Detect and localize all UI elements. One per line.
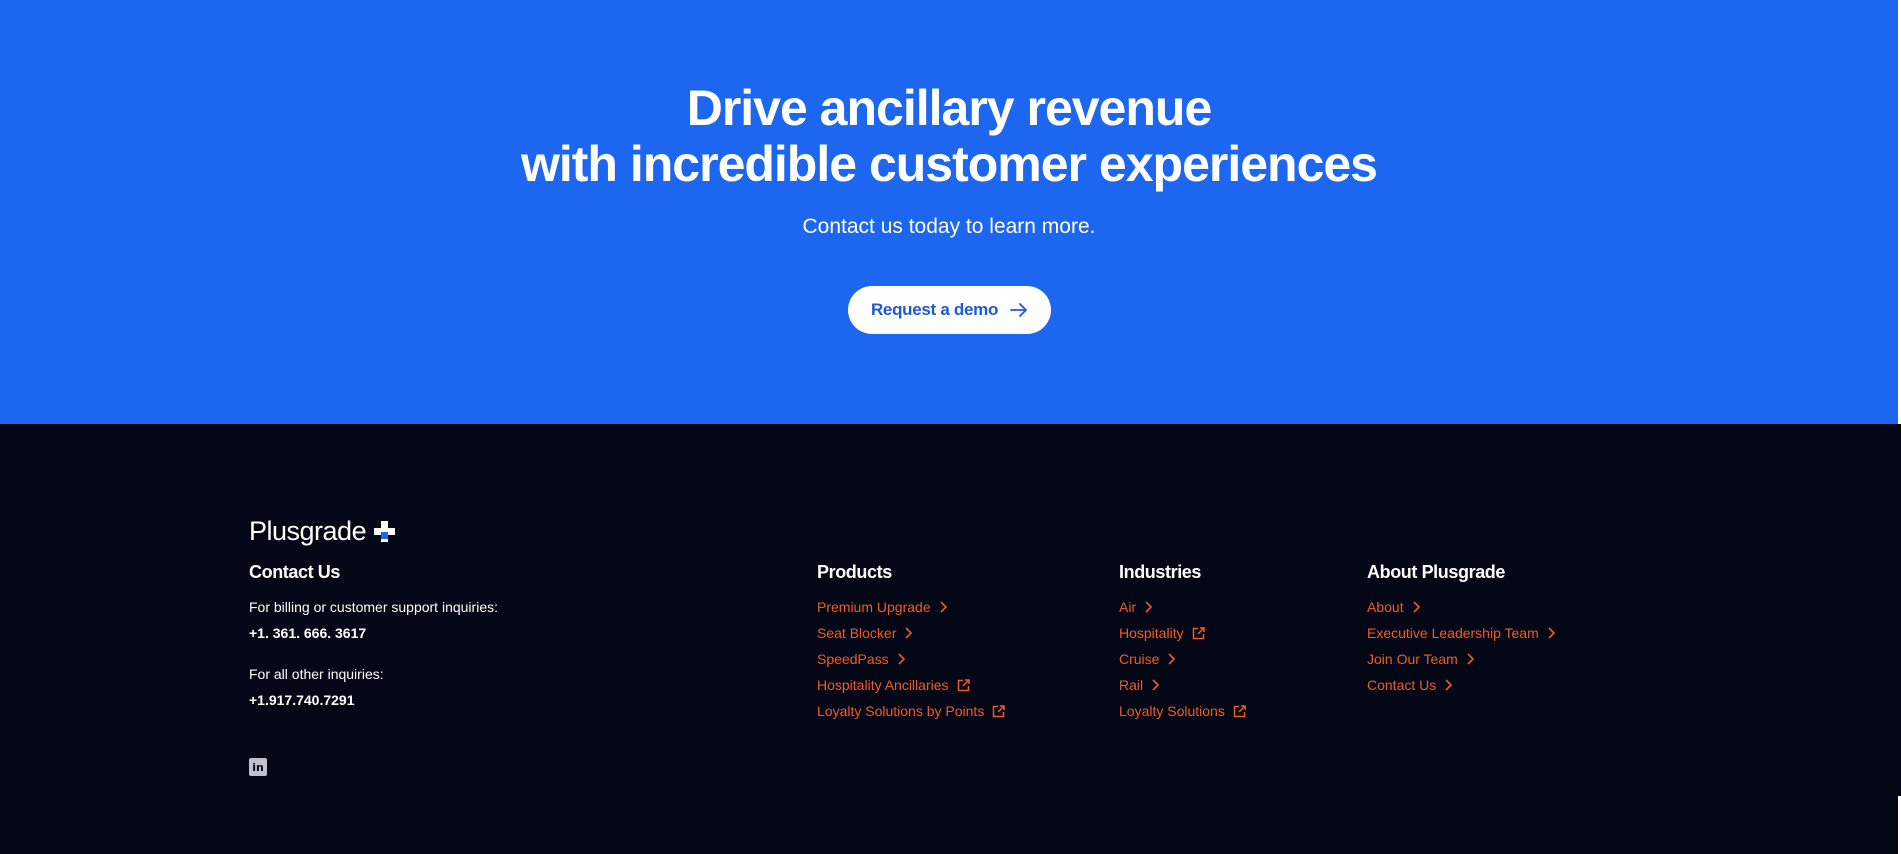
external-link-icon (993, 704, 1006, 717)
footer-link-executive-leadership-team[interactable]: Executive Leadership Team (1367, 620, 1555, 646)
footer-link-air[interactable]: Air (1119, 594, 1246, 620)
chevron-right-icon (1467, 653, 1474, 665)
footer-link-cruise[interactable]: Cruise (1119, 646, 1246, 672)
contact-heading: Contact Us (249, 562, 341, 582)
products-heading: Products (817, 562, 892, 582)
industries-heading: Industries (1119, 562, 1202, 582)
arrow-right-icon (1010, 303, 1027, 317)
footer-link-hospitality-ancillaries[interactable]: Hospitality Ancillaries (817, 672, 1005, 698)
hero-title-line-1: Drive ancillary revenue (686, 80, 1213, 136)
footer-link-about[interactable]: About (1367, 594, 1555, 620)
footer-link-loyalty-solutions[interactable]: Loyalty Solutions (1119, 698, 1246, 724)
chevron-right-icon (905, 627, 913, 639)
request-demo-label: Request a demo (870, 300, 999, 319)
chevron-right-icon (1145, 601, 1153, 613)
external-link-icon (1233, 704, 1246, 717)
chevron-right-icon (1445, 679, 1453, 691)
footer-link-hospitality[interactable]: Hospitality (1119, 620, 1246, 646)
chevron-right-icon (1413, 601, 1420, 613)
footer-link-premium-upgrade[interactable]: Premium Upgrade (817, 594, 1005, 620)
hero-title-line-2: with incredible customer experiences (521, 136, 1378, 192)
chevron-right-icon (1152, 679, 1160, 691)
billing-phone[interactable]: +1. 361. 666. 3617 (249, 620, 498, 646)
about-heading: About Plusgrade (1367, 562, 1506, 582)
logo-wordmark: Plusgrade (249, 516, 367, 546)
external-link-icon (957, 678, 970, 691)
chevron-right-icon (1168, 653, 1176, 665)
linkedin-icon[interactable]: in (249, 758, 267, 776)
other-inquiries-phone[interactable]: +1.917.740.7291 (249, 687, 498, 713)
footer-link-seat-blocker[interactable]: Seat Blocker (817, 620, 1005, 646)
cta-banner: Drive ancillary revenue with incredible … (0, 0, 1898, 424)
plusgrade-mark-icon (374, 521, 396, 542)
footer-link-loyalty-solutions-by-points[interactable]: Loyalty Solutions by Points (817, 698, 1006, 724)
about-column: About Plusgrade About Executive Leadersh… (1367, 562, 1555, 698)
hero-title: Drive ancillary revenue with incredible … (0, 80, 1898, 192)
billing-label: For billing or customer support inquirie… (249, 599, 498, 615)
site-footer: Plusgrade Contact Us For billing or cust… (0, 424, 1901, 854)
other-inquiries-label: For all other inquiries: (249, 666, 384, 682)
chevron-right-icon (898, 653, 905, 665)
products-column: Products Premium Upgrade Seat Blocker Sp… (817, 562, 1006, 724)
footer-link-rail[interactable]: Rail (1119, 672, 1246, 698)
industries-column: Industries Air Hospitality Cruise Rail L… (1119, 562, 1246, 724)
footer-link-contact-us[interactable]: Contact Us (1367, 672, 1555, 698)
chevron-right-icon (940, 601, 947, 613)
footer-link-join-our-team[interactable]: Join Our Team (1367, 646, 1555, 672)
request-demo-button[interactable]: Request a demo (848, 286, 1051, 334)
external-link-icon (1192, 626, 1205, 639)
hero-subtitle: Contact us today to learn more. (802, 215, 1096, 238)
footer-link-speedpass[interactable]: SpeedPass (817, 646, 1005, 672)
chevron-right-icon (1548, 627, 1555, 639)
contact-column: Contact Us For billing or customer suppo… (249, 562, 498, 713)
plusgrade-logo[interactable]: Plusgrade (249, 516, 396, 547)
